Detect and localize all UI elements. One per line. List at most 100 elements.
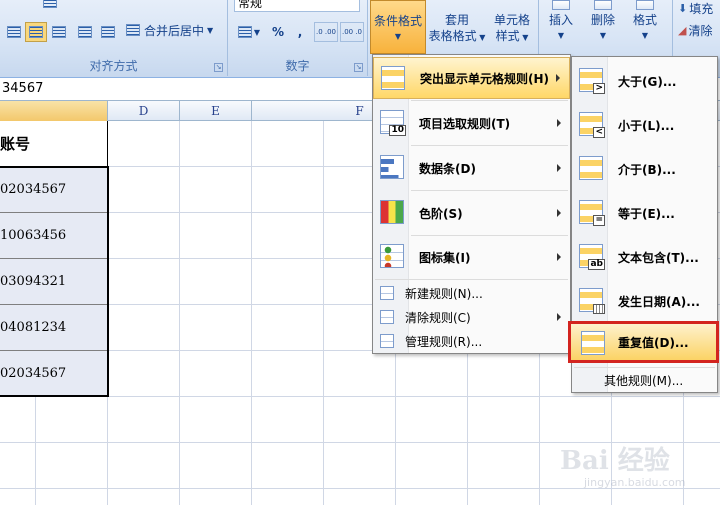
align-left-button[interactable] xyxy=(4,22,24,42)
number-format-dropdown[interactable]: 常规 xyxy=(234,0,360,12)
chevron-down-icon: ▼ xyxy=(207,25,214,35)
table-cell[interactable]: 10063456 xyxy=(0,213,108,259)
chevron-down-icon: ▼ xyxy=(557,31,565,40)
menu-item-label: 介于(B)... xyxy=(618,162,676,177)
insert-button[interactable]: 插入 ▼ xyxy=(540,0,582,60)
submenu-arrow-icon xyxy=(556,74,560,82)
currency-button[interactable]: ▼ xyxy=(232,22,266,42)
decrease-indent-icon xyxy=(78,26,92,38)
align-right-icon xyxy=(52,26,66,38)
chevron-down-icon: ▼ xyxy=(641,31,649,40)
alignment-dialog-launcher[interactable]: ↘ xyxy=(214,63,223,72)
percent-button[interactable]: % xyxy=(268,22,288,42)
menu-item-label: 小于(L)... xyxy=(618,118,675,133)
menu-item-color-scales[interactable]: 色阶(S) xyxy=(373,191,570,235)
submenu-item-more-rules[interactable]: 其他规则(M)... xyxy=(572,369,717,391)
chevron-down-icon: ▼ xyxy=(394,32,402,41)
menu-item-label: 其他规则(M)... xyxy=(604,373,684,388)
table-cell[interactable]: 04081234 xyxy=(0,305,108,351)
menu-separator xyxy=(375,279,568,280)
menu-item-label: 重复值(D)... xyxy=(618,335,689,350)
delete-button[interactable]: 删除 ▼ xyxy=(582,0,624,60)
alignment-group: 合并后居中 ▼ 对齐方式 ↘ xyxy=(0,0,228,76)
column-header-e[interactable]: E xyxy=(180,101,252,121)
menu-item-label: 大于(G)... xyxy=(618,74,677,89)
menu-item-top-bottom-rules[interactable]: 10 项目选取规则(T) xyxy=(373,101,570,145)
fill-button[interactable]: ⬇ 填充 xyxy=(678,0,720,18)
cell-styles-label-2: 样式 xyxy=(495,29,520,43)
submenu-arrow-icon xyxy=(557,253,561,261)
cell-styles-label-1: 单元格 xyxy=(493,13,530,27)
cell-styles-button[interactable]: 单元格 样式 ▼ xyxy=(488,0,536,60)
increase-decimal-button[interactable]: .0 .00 xyxy=(314,22,338,42)
format-button[interactable]: 格式 ▼ xyxy=(624,0,666,60)
menu-item-label: 管理规则(R)... xyxy=(405,334,483,349)
table-cell[interactable]: 02034567 xyxy=(0,351,108,397)
menu-item-highlight-cells-rules[interactable]: 突出显示单元格规则(H) xyxy=(373,57,570,99)
less-than-icon: < xyxy=(577,110,605,138)
align-center-button[interactable] xyxy=(25,22,47,42)
manage-rules-icon xyxy=(379,333,395,349)
menu-item-icon-sets[interactable]: 图标集(I) xyxy=(373,236,570,278)
conditional-format-button[interactable]: 条件格式 ▼ xyxy=(370,0,426,54)
alignment-group-label: 对齐方式 xyxy=(89,59,138,73)
color-scales-icon xyxy=(378,198,406,226)
header-cell[interactable]: 账号 xyxy=(0,121,108,167)
submenu-item-between[interactable]: 介于(B)... xyxy=(572,147,717,191)
align-right-button[interactable] xyxy=(48,22,70,42)
submenu-item-text-contains[interactable]: ab 文本包含(T)... xyxy=(572,235,717,279)
format-as-table-button[interactable]: 套用 表格格式 ▼ xyxy=(426,0,488,60)
merge-center-label: 合并后居中 xyxy=(144,23,205,38)
menu-item-label: 项目选取规则(T) xyxy=(419,116,511,131)
fill-down-icon: ⬇ xyxy=(678,1,688,15)
chevron-down-icon: ▼ xyxy=(476,33,486,42)
conditional-format-label: 条件格式 xyxy=(373,14,422,28)
decrease-decimal-button[interactable]: .00 .0 xyxy=(340,22,364,42)
submenu-item-duplicate-values[interactable]: 重复值(D)... xyxy=(568,321,719,363)
table-cell[interactable]: 02034567 xyxy=(0,167,108,213)
chevron-down-icon: ▼ xyxy=(253,27,261,37)
number-dialog-launcher[interactable]: ↘ xyxy=(354,63,363,72)
greater-than-icon: > xyxy=(577,66,605,94)
clear-button[interactable]: ◢ 清除 xyxy=(678,20,720,40)
column-header-d[interactable]: D xyxy=(108,101,180,121)
comma-button[interactable]: , xyxy=(290,22,310,42)
highlight-cells-submenu: > 大于(G)... < 小于(L)... 介于(B)... = 等于(E)..… xyxy=(568,56,719,393)
table-cell[interactable]: 03094321 xyxy=(0,259,108,305)
calendar-icon xyxy=(577,286,605,314)
format-cells-icon xyxy=(636,0,654,10)
highlight-cells-icon xyxy=(379,64,407,92)
submenu-item-greater-than[interactable]: > 大于(G)... xyxy=(572,59,717,103)
menu-item-label: 发生日期(A)... xyxy=(618,294,700,309)
chevron-down-icon: ▼ xyxy=(519,33,529,42)
decrease-indent-button[interactable] xyxy=(74,22,96,42)
menu-item-manage-rules[interactable]: 管理规则(R)... xyxy=(373,329,570,353)
menu-item-data-bars[interactable]: 数据条(D) xyxy=(373,146,570,190)
format-as-table-label-1: 套用 xyxy=(444,13,469,27)
top-bottom-rules-icon: 10 xyxy=(378,108,406,136)
menu-item-label: 数据条(D) xyxy=(419,161,476,176)
submenu-arrow-icon xyxy=(557,313,561,321)
new-rule-icon xyxy=(379,285,395,301)
menu-item-new-rule[interactable]: 新建规则(N)... xyxy=(373,281,570,305)
menu-item-clear-rules[interactable]: 清除规则(C) xyxy=(373,305,570,329)
equal-to-icon: = xyxy=(577,198,605,226)
submenu-arrow-icon xyxy=(557,209,561,217)
menu-separator xyxy=(574,367,715,368)
submenu-item-less-than[interactable]: < 小于(L)... xyxy=(572,103,717,147)
clear-rules-icon xyxy=(379,309,395,325)
menu-item-label: 突出显示单元格规则(H) xyxy=(420,71,550,86)
clear-label: 清除 xyxy=(688,23,713,38)
submenu-item-date-occurring[interactable]: 发生日期(A)... xyxy=(572,279,717,323)
text-contains-icon: ab xyxy=(577,242,605,270)
menu-item-label: 色阶(S) xyxy=(419,206,463,221)
delete-cells-icon xyxy=(594,0,612,10)
currency-icon xyxy=(237,26,252,38)
format-as-table-label-2: 表格格式 xyxy=(428,29,477,43)
submenu-item-equal-to[interactable]: = 等于(E)... xyxy=(572,191,717,235)
column-header-c[interactable] xyxy=(0,101,108,121)
merge-center-button[interactable]: 合并后居中 ▼ xyxy=(126,20,222,40)
increase-indent-button[interactable] xyxy=(97,22,119,42)
eraser-icon: ◢ xyxy=(678,23,687,37)
wrap-text-button[interactable] xyxy=(22,0,78,12)
